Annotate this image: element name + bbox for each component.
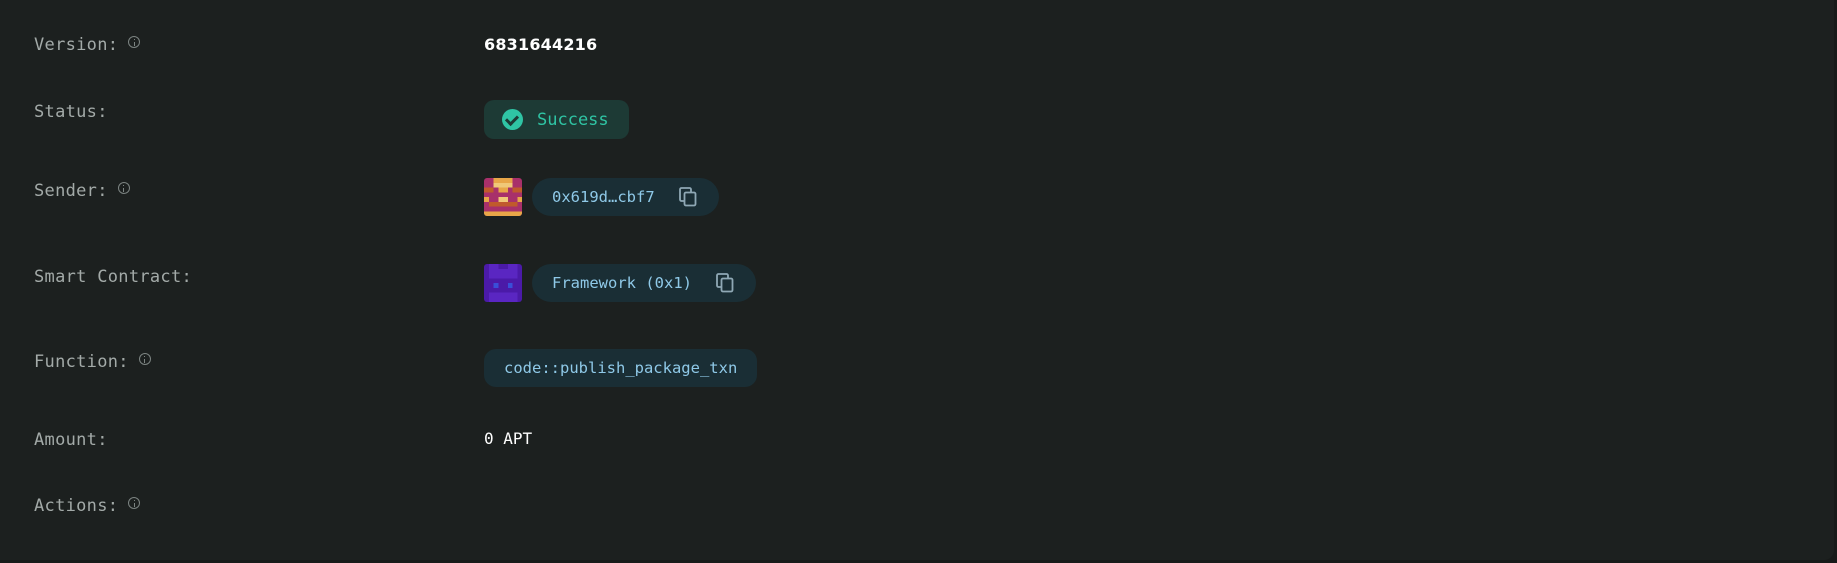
contract-avatar[interactable] (484, 264, 522, 302)
info-icon[interactable] (138, 353, 151, 365)
smart-contract-label: Smart Contract: (34, 267, 193, 287)
info-icon[interactable] (117, 182, 130, 194)
version-label: Version: (34, 35, 119, 55)
smart-contract-value: Framework (0x1) (484, 264, 756, 302)
function-label: Function: (34, 352, 129, 372)
version-value: 6831644216 (484, 35, 598, 54)
copy-icon[interactable] (678, 187, 697, 207)
contract-name[interactable]: Framework (0x1) (552, 274, 692, 292)
function-pill[interactable]: code::publish_package_txn (484, 349, 758, 387)
status-badge: Success (484, 100, 629, 139)
amount-value: 0 APT (484, 429, 533, 448)
sender-avatar[interactable] (484, 178, 522, 216)
info-icon[interactable] (128, 497, 141, 509)
actions-label-group: Actions: (34, 496, 141, 516)
check-circle-icon (502, 109, 523, 130)
function-name[interactable]: code::publish_package_txn (504, 359, 737, 377)
status-text: Success (537, 109, 609, 130)
sender-address[interactable]: 0x619d…cbf7 (552, 188, 655, 206)
contract-address-pill[interactable]: Framework (0x1) (532, 264, 756, 302)
status-label: Status: (34, 102, 108, 122)
sender-value: 0x619d…cbf7 (484, 178, 719, 216)
sender-label: Sender: (34, 181, 108, 201)
actions-label: Actions: (34, 496, 119, 516)
copy-icon[interactable] (716, 273, 734, 293)
info-icon[interactable] (128, 36, 141, 48)
amount-label: Amount: (34, 430, 108, 450)
function-label-group: Function: (34, 352, 151, 372)
transaction-details-card: Version: 6831644216 Status: Success Send… (0, 0, 1834, 560)
version-label-group: Version: (34, 35, 141, 55)
sender-label-group: Sender: (34, 181, 130, 201)
sender-address-pill[interactable]: 0x619d…cbf7 (532, 178, 719, 216)
status-value: Success (484, 100, 629, 139)
function-value: code::publish_package_txn (484, 349, 758, 387)
